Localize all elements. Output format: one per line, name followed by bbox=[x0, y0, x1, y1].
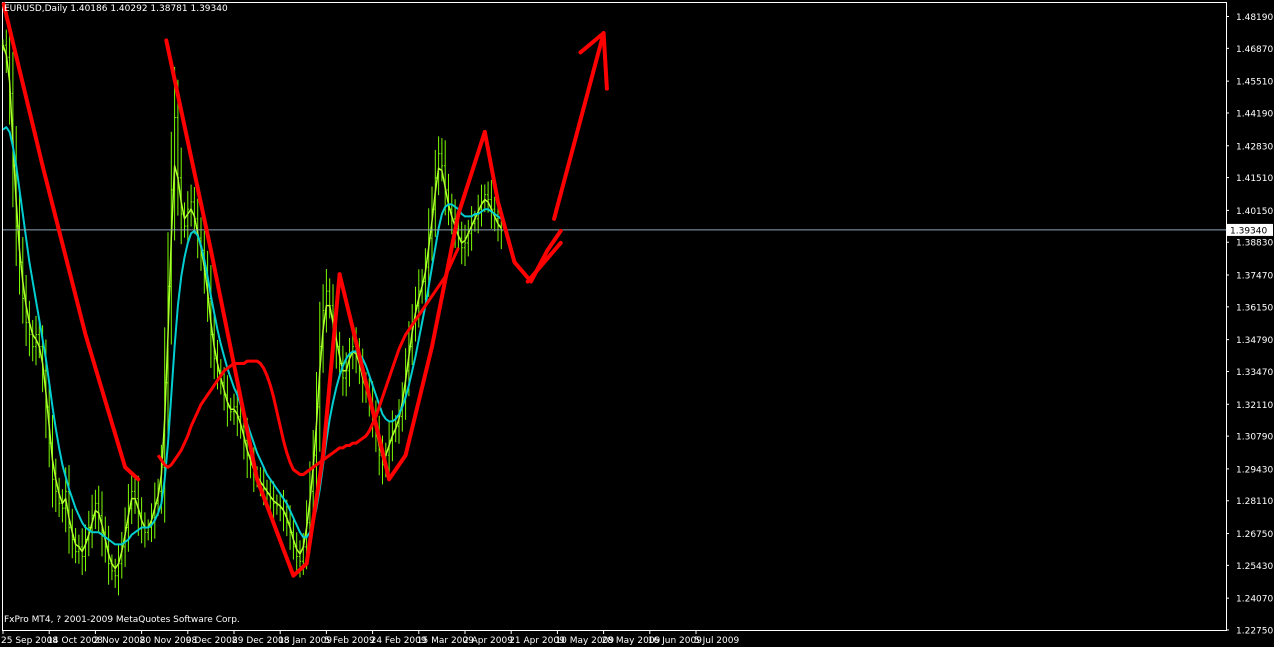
x-tick-label: 5 Jul 2009 bbox=[694, 636, 739, 646]
y-tick-label: 1.48190 bbox=[1236, 13, 1273, 23]
y-tick-label: 1.26750 bbox=[1236, 530, 1273, 540]
y-tick-label: 1.38830 bbox=[1236, 239, 1273, 249]
y-tick-label: 1.32110 bbox=[1236, 401, 1273, 411]
chart-background bbox=[0, 0, 1274, 647]
y-tick-label: 1.28110 bbox=[1236, 497, 1273, 507]
y-tick-label: 1.24070 bbox=[1236, 595, 1273, 605]
y-tick-label: 1.40150 bbox=[1236, 207, 1273, 217]
y-tick-label: 1.25430 bbox=[1236, 562, 1273, 572]
y-tick-label: 1.45510 bbox=[1236, 78, 1273, 88]
price-chart: 1.39340 1.48190 1.46870 1.45510 1.44190 1.42… bbox=[0, 0, 1274, 647]
x-tick-label: 2 Nov 2008 bbox=[93, 636, 145, 646]
y-tick-label: 1.41510 bbox=[1236, 174, 1273, 184]
y-tick-label: 1.30790 bbox=[1236, 433, 1273, 443]
y-tick-label: 1.34790 bbox=[1236, 336, 1273, 346]
y-tick-label: 1.33470 bbox=[1236, 368, 1273, 378]
x-tick-label: 2 Apr 2009 bbox=[463, 636, 513, 646]
y-tick-label: 1.22750 bbox=[1236, 627, 1273, 637]
symbol-info: EURUSD,Daily 1.40186 1.40292 1.38781 1.3… bbox=[4, 4, 228, 14]
x-tick-label: 5 Feb 2009 bbox=[324, 636, 375, 646]
y-tick-label: 1.37470 bbox=[1236, 272, 1273, 282]
y-tick-label: 1.44190 bbox=[1236, 109, 1273, 119]
y-tick-label: 1.46870 bbox=[1236, 45, 1273, 55]
current-price-label: 1.39340 bbox=[1230, 226, 1267, 236]
y-tick-label: 1.42830 bbox=[1236, 142, 1273, 152]
x-tick-label: 9 Dec 2008 bbox=[186, 636, 238, 646]
y-tick-label: 1.29430 bbox=[1236, 465, 1273, 475]
y-tick-label: 1.36150 bbox=[1236, 303, 1273, 313]
copyright-text: FxPro MT4, ? 2001-2009 MetaQuotes Softwa… bbox=[4, 615, 240, 625]
